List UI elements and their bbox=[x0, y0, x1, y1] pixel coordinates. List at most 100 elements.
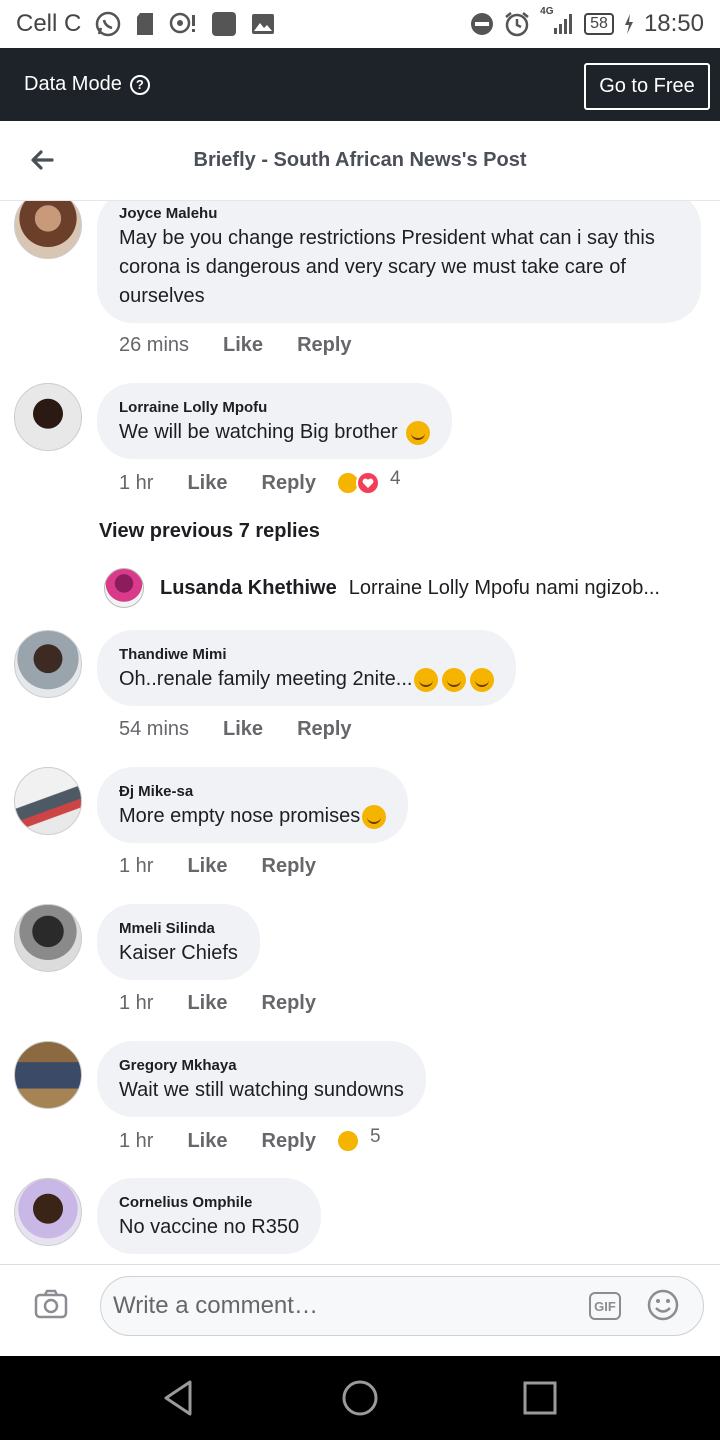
like-button[interactable]: Like bbox=[223, 718, 263, 741]
clock: 18:50 bbox=[643, 10, 704, 37]
hotspot-icon bbox=[169, 12, 197, 36]
comment-actions: 1 hr Like Reply bbox=[119, 992, 336, 1015]
comment-composer: Write a comment… GIF bbox=[0, 1264, 720, 1356]
status-bar: Cell C 4G 58 18:50 bbox=[0, 0, 720, 48]
reply-author[interactable]: Lusanda Khethiwe bbox=[160, 577, 337, 600]
data-mode-label: Data Mode bbox=[24, 73, 122, 95]
comment-actions: 1 hr Like Reply 4 bbox=[119, 468, 401, 495]
like-button[interactable]: Like bbox=[187, 1130, 227, 1153]
alarm-icon bbox=[504, 11, 530, 37]
comment-bubble[interactable]: Gregory Mkhaya Wait we still watching su… bbox=[97, 1041, 426, 1117]
battery-indicator: 58 bbox=[584, 13, 614, 35]
gif-button[interactable]: GIF bbox=[589, 1292, 621, 1320]
reply-button[interactable]: Reply bbox=[297, 334, 351, 357]
reaction-summary[interactable]: 4 bbox=[335, 468, 401, 495]
reply-button[interactable]: Reply bbox=[297, 718, 351, 741]
like-button[interactable]: Like bbox=[187, 992, 227, 1015]
reply-button[interactable]: Reply bbox=[262, 472, 316, 495]
network-type: 4G bbox=[540, 6, 554, 17]
go-to-free-button[interactable]: Go to Free bbox=[584, 63, 710, 110]
reply-button[interactable]: Reply bbox=[262, 1130, 316, 1153]
reaction-count: 4 bbox=[389, 468, 401, 489]
comment-text: No vaccine no R350 bbox=[119, 1216, 300, 1238]
comment-bubble[interactable]: Joyce Malehu May be you change restricti… bbox=[97, 201, 701, 323]
view-previous-replies-link[interactable]: View previous 7 replies bbox=[99, 520, 320, 543]
avatar[interactable] bbox=[14, 383, 82, 451]
back-nav-icon[interactable] bbox=[160, 1378, 200, 1418]
comment-text: Wait we still watching sundowns bbox=[119, 1079, 404, 1101]
smiley-icon[interactable] bbox=[647, 1289, 679, 1321]
help-icon[interactable]: ? bbox=[129, 74, 150, 95]
recents-nav-icon[interactable] bbox=[520, 1378, 560, 1418]
reply-preview[interactable]: Lusanda Khethiwe Lorraine Lolly Mpofu na… bbox=[104, 568, 684, 608]
sunglasses-emoji-icon bbox=[470, 667, 495, 692]
comment-author[interactable]: Cornelius Omphile bbox=[119, 1194, 299, 1212]
avatar[interactable] bbox=[14, 1178, 82, 1246]
data-mode-bar: Data Mode ? Go to Free bbox=[0, 48, 720, 121]
comment-actions: 54 mins Like Reply bbox=[119, 718, 372, 741]
avatar[interactable] bbox=[14, 767, 82, 835]
comment-time[interactable]: 1 hr bbox=[119, 992, 153, 1015]
comment-text: May be you change restrictions President… bbox=[119, 227, 655, 307]
avatar[interactable] bbox=[14, 201, 82, 259]
comment-list[interactable]: Joyce Malehu May be you change restricti… bbox=[0, 201, 720, 1264]
avatar[interactable] bbox=[14, 630, 82, 698]
charging-icon bbox=[624, 14, 634, 34]
comment-bubble[interactable]: Thandiwe Mimi Oh..renale family meeting … bbox=[97, 630, 517, 706]
carrier-label: Cell C bbox=[16, 10, 82, 37]
reaction-summary[interactable]: 5 bbox=[335, 1126, 381, 1153]
whatsapp-icon bbox=[95, 11, 121, 37]
comment-time[interactable]: 1 hr bbox=[119, 855, 153, 878]
system-nav-bar bbox=[0, 1356, 720, 1440]
comment-time[interactable]: 54 mins bbox=[119, 718, 189, 741]
camera-icon[interactable] bbox=[34, 1289, 70, 1323]
sd-card-icon bbox=[135, 12, 155, 36]
comment-time[interactable]: 1 hr bbox=[119, 1130, 153, 1153]
avatar[interactable] bbox=[14, 1041, 82, 1109]
comment-text: Oh..renale family meeting 2nite... bbox=[119, 668, 413, 690]
reply-button[interactable]: Reply bbox=[262, 855, 316, 878]
comment-author[interactable]: Joyce Malehu bbox=[119, 205, 679, 223]
avatar[interactable] bbox=[104, 568, 144, 608]
home-nav-icon[interactable] bbox=[340, 1378, 380, 1418]
comment-bubble[interactable]: Đj Mike-sa More empty nose promises bbox=[97, 767, 409, 843]
comment-author[interactable]: Đj Mike-sa bbox=[119, 783, 386, 801]
comment-text: More empty nose promises bbox=[119, 805, 361, 827]
page-title: Briefly - South African News's Post bbox=[193, 149, 527, 171]
comment-author[interactable]: Gregory Mkhaya bbox=[119, 1057, 404, 1075]
smirk-emoji-icon bbox=[414, 667, 439, 692]
comment-bubble[interactable]: Mmeli Silinda Kaiser Chiefs bbox=[97, 904, 260, 980]
like-button[interactable]: Like bbox=[187, 855, 227, 878]
comment-author[interactable]: Mmeli Silinda bbox=[119, 920, 238, 938]
laughing-emoji-icon bbox=[405, 420, 430, 445]
haha-reaction-icon bbox=[335, 1129, 360, 1153]
comment-text-row: We will be watching Big brother bbox=[119, 418, 430, 447]
signal-icon: 4G bbox=[540, 6, 574, 36]
smirk-emoji-icon bbox=[442, 667, 467, 692]
comment-actions: 1 hr Like Reply 5 bbox=[119, 1126, 381, 1153]
comment-bubble[interactable]: Lorraine Lolly Mpofu We will be watching… bbox=[97, 383, 452, 459]
comment-bubble[interactable]: Cornelius Omphile No vaccine no R350 bbox=[97, 1178, 322, 1254]
comment-input-placeholder: Write a comment… bbox=[113, 1292, 318, 1319]
gallery-icon bbox=[251, 13, 275, 35]
reply-text: Lorraine Lolly Mpofu nami ngizob... bbox=[348, 576, 660, 599]
avatar[interactable] bbox=[14, 904, 82, 972]
love-reaction-icon bbox=[355, 471, 380, 495]
comment-input[interactable]: Write a comment… GIF bbox=[100, 1276, 704, 1336]
like-button[interactable]: Like bbox=[187, 472, 227, 495]
comment-text-row: More empty nose promises bbox=[119, 802, 387, 831]
do-not-disturb-icon bbox=[470, 12, 494, 36]
comment-author[interactable]: Thandiwe Mimi bbox=[119, 646, 494, 664]
like-button[interactable]: Like bbox=[223, 334, 263, 357]
reply-button[interactable]: Reply bbox=[262, 992, 316, 1015]
comment-text: Kaiser Chiefs bbox=[119, 942, 238, 964]
comment-text: We will be watching Big brother bbox=[119, 421, 398, 443]
comment-time[interactable]: 26 mins bbox=[119, 334, 189, 357]
comment-time[interactable]: 1 hr bbox=[119, 472, 153, 495]
comment-author[interactable]: Lorraine Lolly Mpofu bbox=[119, 399, 430, 417]
comment-actions: 1 hr Like Reply bbox=[119, 855, 336, 878]
sad-emoji-icon bbox=[362, 804, 387, 829]
post-header: Briefly - South African News's Post bbox=[0, 121, 720, 201]
comment-actions: 26 mins Like Reply bbox=[119, 334, 372, 357]
comment-text-row: Oh..renale family meeting 2nite... bbox=[119, 665, 495, 694]
